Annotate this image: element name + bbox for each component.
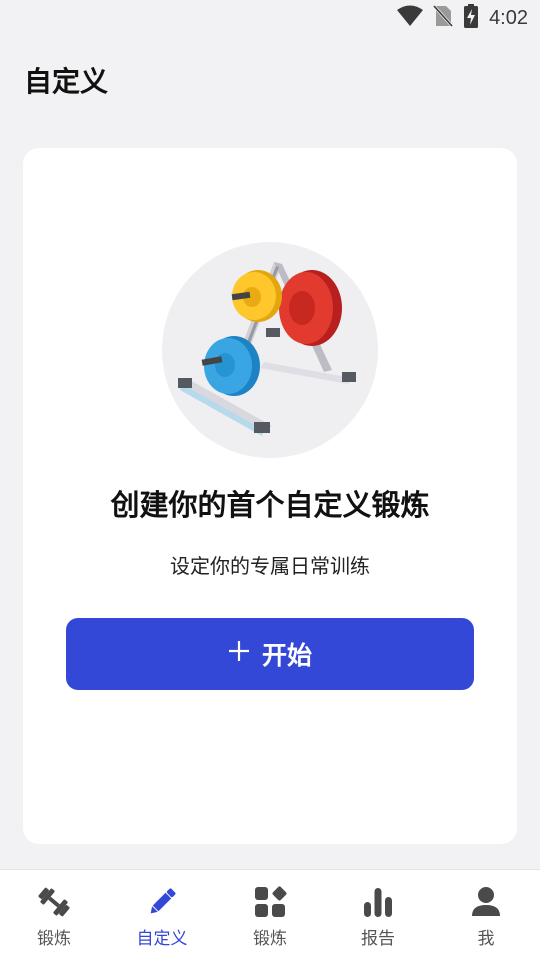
start-button-label: 开始 [261,642,312,670]
plus-icon [228,640,250,669]
nav-label-custom: 自定义 [136,929,188,949]
status-time: 4:02 [489,6,528,29]
pencil-icon [144,884,180,920]
bar-chart-icon [360,884,396,920]
nav-label-workouts: 锻炼 [253,929,287,949]
empty-state-card: 创建你的首个自定义锻炼 设定你的专属日常训练 开始 [23,148,517,844]
nav-label-workout: 锻炼 [37,929,71,949]
nav-label-me: 我 [477,929,495,949]
dumbbell-icon [36,884,72,920]
nav-item-report[interactable]: 报告 [324,870,432,960]
wifi-icon [397,5,424,31]
profile-icon [468,884,504,920]
weight-plates-rack-illustration [162,242,378,458]
empty-state-subtitle: 设定你的专属日常训练 [170,554,370,578]
status-bar: 4:02 [0,0,540,36]
nav-item-me[interactable]: 我 [432,870,540,960]
grid-shapes-icon [252,884,288,920]
no-sim-icon [432,4,454,32]
battery-charging-icon [463,4,479,32]
nav-item-custom[interactable]: 自定义 [108,870,216,960]
bottom-nav: 锻炼 自定义 锻炼 报告 我 [0,869,540,960]
status-icons: 4:02 [397,4,528,32]
empty-state-title: 创建你的首个自定义锻炼 [110,488,430,522]
nav-item-workouts[interactable]: 锻炼 [216,870,324,960]
start-button[interactable]: 开始 [66,618,474,690]
nav-label-report: 报告 [361,929,395,949]
nav-item-workout[interactable]: 锻炼 [0,870,108,960]
page-title: 自定义 [24,65,109,98]
